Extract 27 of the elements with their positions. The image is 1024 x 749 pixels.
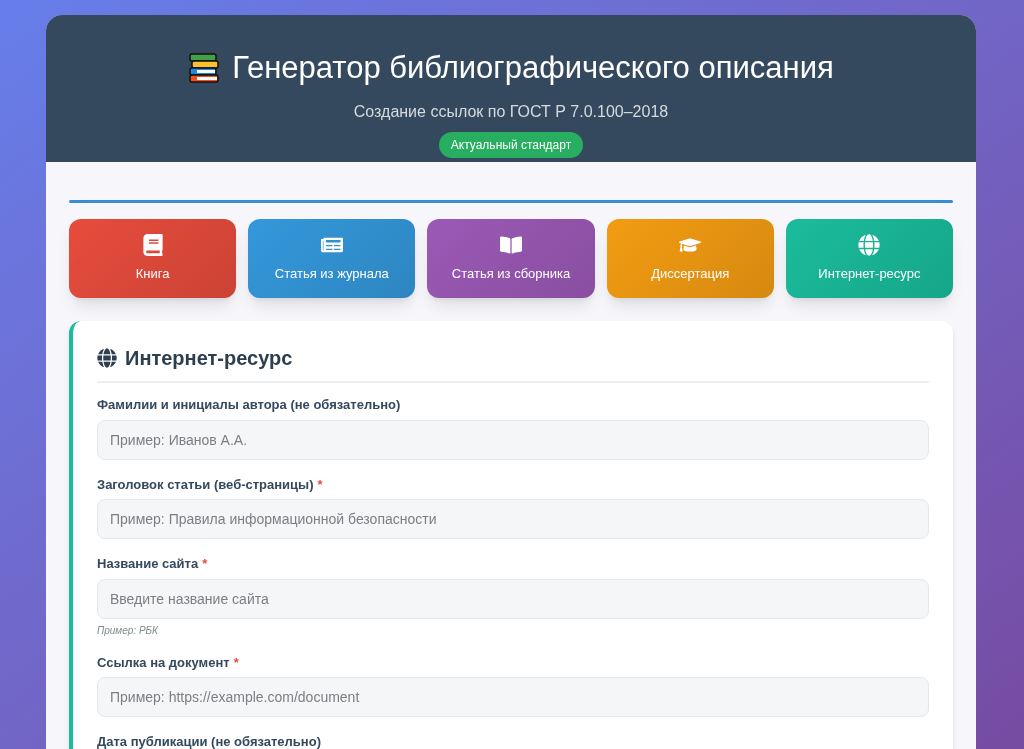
- field-label: Название сайта: [97, 555, 199, 573]
- book-icon: [141, 233, 164, 256]
- app-title: Генератор библиографического описания: [232, 49, 834, 87]
- reference-type-button[interactable]: Статья из журнала: [248, 219, 416, 298]
- input-field[interactable]: Введите название сайта: [97, 578, 929, 619]
- reference-type-button[interactable]: Интернет-ресурс: [785, 219, 953, 298]
- reference-type-button[interactable]: Диссертация: [606, 219, 774, 298]
- input-field[interactable]: Пример: Правила информационной безопасности: [97, 499, 929, 539]
- field-hint: Пример: РБК: [97, 623, 159, 638]
- field-label: Заголовок статьи (веб-страницы): [97, 475, 314, 494]
- globe-icon: [858, 233, 881, 256]
- form-title: Интернет-ресурс: [125, 346, 293, 371]
- reference-type-button[interactable]: Статья из сборника: [427, 219, 595, 298]
- field-label: Ссылка на документ: [97, 653, 230, 672]
- required-asterisk: *: [233, 653, 239, 672]
- required-asterisk: *: [317, 475, 323, 494]
- field-label: Фамилии и инициалы автора (не обязательно): [97, 396, 401, 414]
- books-stack-icon: [188, 53, 221, 84]
- app-subtitle: Создание ссылок по ГОСТ Р 7.0.100–2018: [353, 101, 669, 122]
- field-label: Дата публикации (не обязательно): [97, 733, 321, 749]
- globe-icon: [97, 348, 117, 368]
- required-asterisk: *: [202, 555, 208, 573]
- open-book-icon: [500, 233, 522, 256]
- input-field[interactable]: Пример: https://example.com/document: [97, 677, 929, 717]
- reference-type-button[interactable]: Книга: [69, 219, 237, 298]
- input-field[interactable]: Пример: Иванов А.А.: [97, 419, 929, 460]
- standard-badge: Актуальный стандарт: [438, 131, 584, 158]
